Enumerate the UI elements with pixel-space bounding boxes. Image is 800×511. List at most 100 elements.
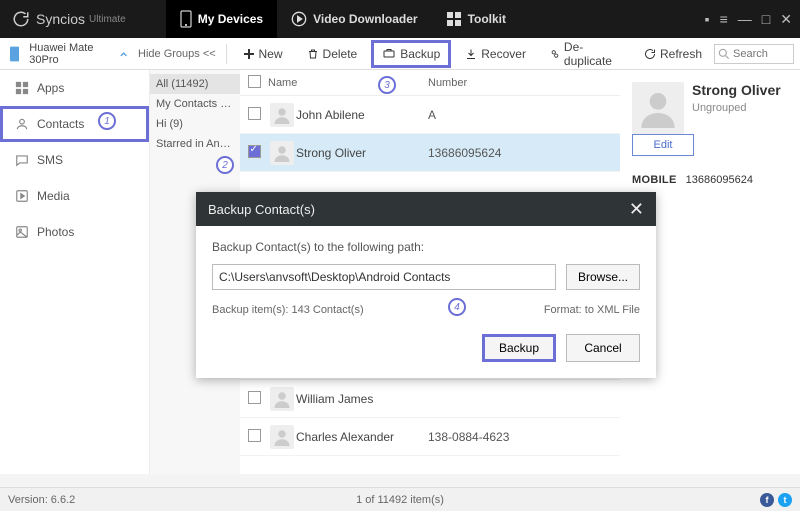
btn-label: Backup <box>400 47 440 61</box>
group-hi[interactable]: Hi (9) <box>150 114 240 134</box>
sidebar-label: Apps <box>37 81 64 95</box>
download-icon <box>465 48 477 60</box>
refresh-button[interactable]: Refresh <box>634 41 712 67</box>
group-starred[interactable]: Starred in Android ... <box>150 134 240 154</box>
annotation-2: 2 <box>216 156 234 174</box>
backup-button[interactable]: Backup <box>371 40 451 68</box>
row-checkbox[interactable] <box>248 391 261 404</box>
row-checkbox[interactable] <box>248 145 261 158</box>
photos-icon <box>15 225 29 239</box>
row-checkbox[interactable] <box>248 429 261 442</box>
table-row[interactable]: Strong Oliver13686095624 <box>240 134 620 172</box>
media-icon <box>15 189 29 203</box>
row-name: William James <box>296 392 428 406</box>
tab-my-devices[interactable]: My Devices <box>166 0 277 38</box>
col-name[interactable]: Name <box>268 77 428 89</box>
btn-label: Refresh <box>660 47 702 61</box>
sidebar: Apps Contacts SMS Media Photos <box>0 70 150 474</box>
avatar-icon <box>270 425 294 449</box>
sidebar-label: Media <box>37 189 70 203</box>
deduplicate-button[interactable]: De-duplicate <box>540 34 630 74</box>
twitter-icon[interactable]: t <box>778 493 792 507</box>
avatar <box>632 82 684 134</box>
row-name: John Abilene <box>296 108 428 122</box>
chevron-up-icon <box>119 49 128 59</box>
tab-label: Toolkit <box>468 12 506 26</box>
table-row[interactable]: William James <box>240 380 620 418</box>
btn-label: Recover <box>481 47 526 61</box>
btn-label: New <box>259 47 283 61</box>
device-name: Huawei Mate 30Pro <box>29 42 118 66</box>
sidebar-item-sms[interactable]: SMS <box>0 142 149 178</box>
row-number: 13686095624 <box>428 146 620 160</box>
tab-video-downloader[interactable]: Video Downloader <box>277 0 431 38</box>
notifications-icon[interactable]: ▪ <box>705 11 710 27</box>
dialog-cancel-button[interactable]: Cancel <box>566 334 640 362</box>
delete-button[interactable]: Delete <box>297 41 368 67</box>
play-circle-icon <box>291 11 307 27</box>
select-all-checkbox[interactable] <box>248 75 261 88</box>
maximize-icon[interactable]: □ <box>762 11 770 27</box>
sidebar-label: Photos <box>37 225 74 239</box>
toolkit-icon <box>446 11 462 27</box>
tab-toolkit[interactable]: Toolkit <box>432 0 520 38</box>
facebook-icon[interactable]: f <box>760 493 774 507</box>
dialog-titlebar: Backup Contact(s) ✕ <box>196 192 656 226</box>
col-number[interactable]: Number <box>428 77 620 89</box>
device-selector[interactable]: Huawei Mate 30Pro <box>6 42 132 66</box>
dialog-close-icon[interactable]: ✕ <box>629 199 644 220</box>
sidebar-label: Contacts <box>37 117 84 131</box>
group-all[interactable]: All (11492) <box>150 74 240 94</box>
toolbar: Huawei Mate 30Pro Hide Groups << New Del… <box>0 38 800 70</box>
window-controls: ▪ ≡ — □ ✕ <box>705 11 800 28</box>
annotation-3: 3 <box>378 76 396 94</box>
close-icon[interactable]: ✕ <box>780 11 792 28</box>
sidebar-item-photos[interactable]: Photos <box>0 214 149 250</box>
tab-label: Video Downloader <box>313 12 417 26</box>
btn-label: Delete <box>323 47 358 61</box>
statusbar: Version: 6.6.2 1 of 11492 item(s) f t <box>0 487 800 511</box>
sidebar-item-media[interactable]: Media <box>0 178 149 214</box>
app-name: Syncios <box>36 11 85 27</box>
dialog-backup-button[interactable]: Backup <box>482 334 556 362</box>
refresh-icon <box>644 48 656 60</box>
titlebar: Syncios Ultimate My Devices Video Downlo… <box>0 0 800 38</box>
row-checkbox[interactable] <box>248 107 261 120</box>
menu-icon[interactable]: ≡ <box>720 11 728 27</box>
sidebar-item-contacts[interactable]: Contacts <box>0 106 149 142</box>
browse-button[interactable]: Browse... <box>566 264 640 290</box>
table-row[interactable]: John AbileneA <box>240 96 620 134</box>
sync-icon <box>12 10 30 28</box>
avatar-icon <box>270 387 294 411</box>
sidebar-item-apps[interactable]: Apps <box>0 70 149 106</box>
mobile-value: 13686095624 <box>686 174 753 186</box>
hide-groups-toggle[interactable]: Hide Groups << <box>138 48 216 60</box>
edit-button[interactable]: Edit <box>632 134 694 156</box>
table-row[interactable]: Charles Alexander138-0884-4623 <box>240 418 620 456</box>
minimize-icon[interactable]: — <box>738 11 752 27</box>
trash-icon <box>307 48 319 60</box>
sidebar-label: SMS <box>37 153 63 167</box>
backup-icon <box>382 48 396 60</box>
dialog-prompt: Backup Contact(s) to the following path: <box>212 240 640 254</box>
row-name: Strong Oliver <box>296 146 428 160</box>
device-phone-icon <box>10 46 19 62</box>
plus-icon <box>243 48 255 60</box>
tab-label: My Devices <box>198 12 263 26</box>
search-box <box>714 44 794 64</box>
backup-format: Format: to XML File <box>544 304 640 316</box>
annotation-1: 1 <box>98 112 116 130</box>
app-logo: Syncios Ultimate <box>0 10 138 28</box>
recover-button[interactable]: Recover <box>455 41 536 67</box>
backup-dialog: Backup Contact(s) ✕ Backup Contact(s) to… <box>196 192 656 378</box>
new-button[interactable]: New <box>233 41 293 67</box>
group-mycontacts[interactable]: My Contacts (6835) <box>150 94 240 114</box>
person-icon <box>638 88 678 128</box>
path-input[interactable] <box>212 264 556 290</box>
mobile-label: MOBILE <box>632 174 677 186</box>
dedup-icon <box>550 48 560 60</box>
phone-icon <box>180 10 192 28</box>
btn-label: De-duplicate <box>564 40 620 68</box>
avatar-icon <box>270 141 294 165</box>
avatar-icon <box>270 103 294 127</box>
